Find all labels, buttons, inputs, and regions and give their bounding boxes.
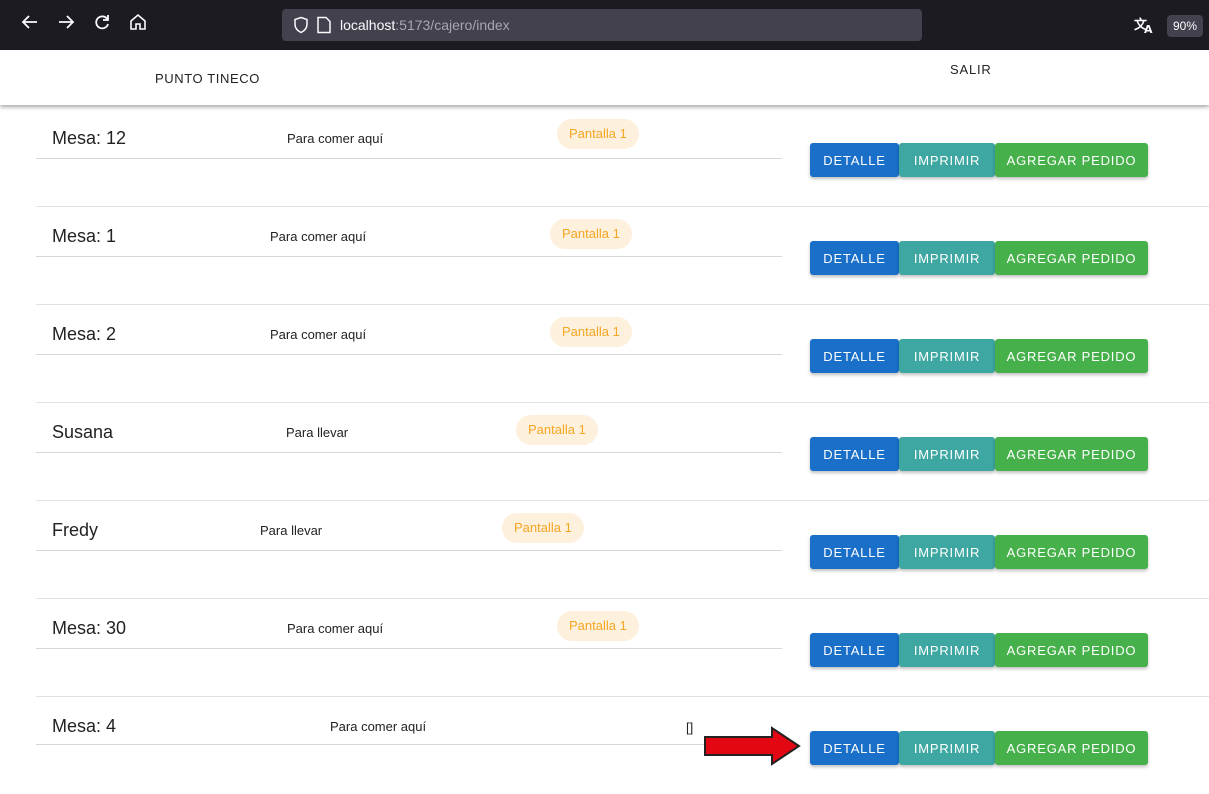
order-actions: DETALLE IMPRIMIR AGREGAR PEDIDO	[810, 535, 1148, 569]
order-type: Para llevar	[286, 425, 349, 440]
logout-button[interactable]: SALIR	[947, 62, 995, 77]
order-row: Mesa: 30 Para comer aquí Pantalla 1 DETA…	[0, 598, 1209, 696]
reload-icon[interactable]	[90, 12, 114, 36]
order-type: Para llevar	[260, 523, 323, 538]
imprimir-button[interactable]: IMPRIMIR	[899, 731, 995, 765]
order-row: Susana Para llevar Pantalla 1 DETALLE IM…	[0, 402, 1209, 500]
row-divider	[36, 648, 782, 649]
screen-chip: Pantalla 1	[502, 513, 584, 543]
detalle-button[interactable]: DETALLE	[810, 535, 899, 569]
row-separator	[36, 696, 1209, 697]
row-divider	[36, 744, 782, 745]
row-divider	[36, 452, 782, 453]
row-separator	[36, 500, 1209, 501]
agregar-pedido-button[interactable]: AGREGAR PEDIDO	[995, 535, 1148, 569]
order-name: Mesa: 1	[52, 226, 117, 246]
row-divider	[36, 256, 782, 257]
page-icon	[316, 16, 332, 34]
row-separator	[36, 304, 1209, 305]
home-icon[interactable]	[126, 12, 150, 36]
shield-icon[interactable]	[292, 16, 310, 34]
url-host: localhost	[340, 17, 396, 33]
screen-chip: Pantalla 1	[557, 611, 639, 641]
detalle-button[interactable]: DETALLE	[810, 339, 899, 373]
svg-text:A: A	[1144, 23, 1153, 36]
order-row: Mesa: 1 Para comer aquí Pantalla 1 DETAL…	[0, 206, 1209, 304]
browser-toolbar: localhost:5173/cajero/index 文A 90%	[0, 0, 1209, 50]
agregar-pedido-button[interactable]: AGREGAR PEDIDO	[995, 241, 1148, 275]
row-separator	[36, 206, 1209, 207]
address-bar[interactable]: localhost:5173/cajero/index	[282, 9, 922, 41]
screen-chip: Pantalla 1	[550, 219, 632, 249]
agregar-pedido-button[interactable]: AGREGAR PEDIDO	[995, 339, 1148, 373]
imprimir-button[interactable]: IMPRIMIR	[899, 241, 995, 275]
order-type: Para comer aquí	[330, 719, 427, 734]
order-type: Para comer aquí	[287, 131, 384, 146]
imprimir-button[interactable]: IMPRIMIR	[899, 143, 995, 177]
screen-chip: Pantalla 1	[557, 119, 639, 149]
row-separator	[36, 598, 1209, 599]
detalle-button[interactable]: DETALLE	[810, 143, 899, 177]
order-actions: DETALLE IMPRIMIR AGREGAR PEDIDO	[810, 437, 1148, 471]
screen-chip: Pantalla 1	[516, 415, 598, 445]
agregar-pedido-button[interactable]: AGREGAR PEDIDO	[995, 731, 1148, 765]
order-type: Para comer aquí	[270, 327, 367, 342]
brand-title[interactable]: PUNTO TINECO	[155, 71, 260, 86]
order-actions: DETALLE IMPRIMIR AGREGAR PEDIDO	[810, 339, 1148, 373]
order-actions: DETALLE IMPRIMIR AGREGAR PEDIDO	[810, 633, 1148, 667]
url-text[interactable]: localhost:5173/cajero/index	[340, 15, 510, 35]
order-actions: DETALLE IMPRIMIR AGREGAR PEDIDO	[810, 241, 1148, 275]
detalle-button[interactable]: DETALLE	[810, 241, 899, 275]
detalle-button[interactable]: DETALLE	[810, 731, 899, 765]
url-path: :5173/cajero/index	[395, 17, 510, 33]
row-divider	[36, 354, 782, 355]
app-header: PUNTO TINECO SALIR	[0, 50, 1209, 105]
agregar-pedido-button[interactable]: AGREGAR PEDIDO	[995, 437, 1148, 471]
order-type: Para comer aquí	[270, 229, 367, 244]
order-name: Mesa: 2	[52, 324, 117, 344]
order-name: Mesa: 4	[52, 716, 117, 736]
back-icon[interactable]	[18, 12, 42, 36]
detalle-button[interactable]: DETALLE	[810, 633, 899, 667]
row-separator	[36, 402, 1209, 403]
order-row: Mesa: 12 Para comer aquí Pantalla 1 DETA…	[0, 108, 1209, 206]
translate-icon[interactable]: 文A	[1133, 14, 1155, 36]
imprimir-button[interactable]: IMPRIMIR	[899, 339, 995, 373]
annotation-arrow-icon	[704, 726, 801, 766]
order-actions: DETALLE IMPRIMIR AGREGAR PEDIDO	[810, 731, 1148, 765]
row-divider	[36, 550, 782, 551]
screen-empty-value: []	[686, 720, 694, 735]
order-name: Fredy	[52, 520, 99, 540]
detalle-button[interactable]: DETALLE	[810, 437, 899, 471]
screen-chip: Pantalla 1	[550, 317, 632, 347]
order-actions: DETALLE IMPRIMIR AGREGAR PEDIDO	[810, 143, 1148, 177]
order-name: Mesa: 12	[52, 128, 127, 148]
order-row: Fredy Para llevar Pantalla 1 DETALLE IMP…	[0, 500, 1209, 598]
imprimir-button[interactable]: IMPRIMIR	[899, 535, 995, 569]
row-divider	[36, 158, 782, 159]
order-row: Mesa: 2 Para comer aquí Pantalla 1 DETAL…	[0, 304, 1209, 402]
agregar-pedido-button[interactable]: AGREGAR PEDIDO	[995, 143, 1148, 177]
order-row: Mesa: 4 Para comer aquí [] DETALLE IMPRI…	[0, 696, 1209, 794]
zoom-level[interactable]: 90%	[1167, 15, 1204, 37]
forward-icon[interactable]	[54, 12, 78, 36]
order-name: Susana	[52, 422, 114, 442]
imprimir-button[interactable]: IMPRIMIR	[899, 633, 995, 667]
order-type: Para comer aquí	[287, 621, 384, 636]
order-name: Mesa: 30	[52, 618, 127, 638]
agregar-pedido-button[interactable]: AGREGAR PEDIDO	[995, 633, 1148, 667]
imprimir-button[interactable]: IMPRIMIR	[899, 437, 995, 471]
